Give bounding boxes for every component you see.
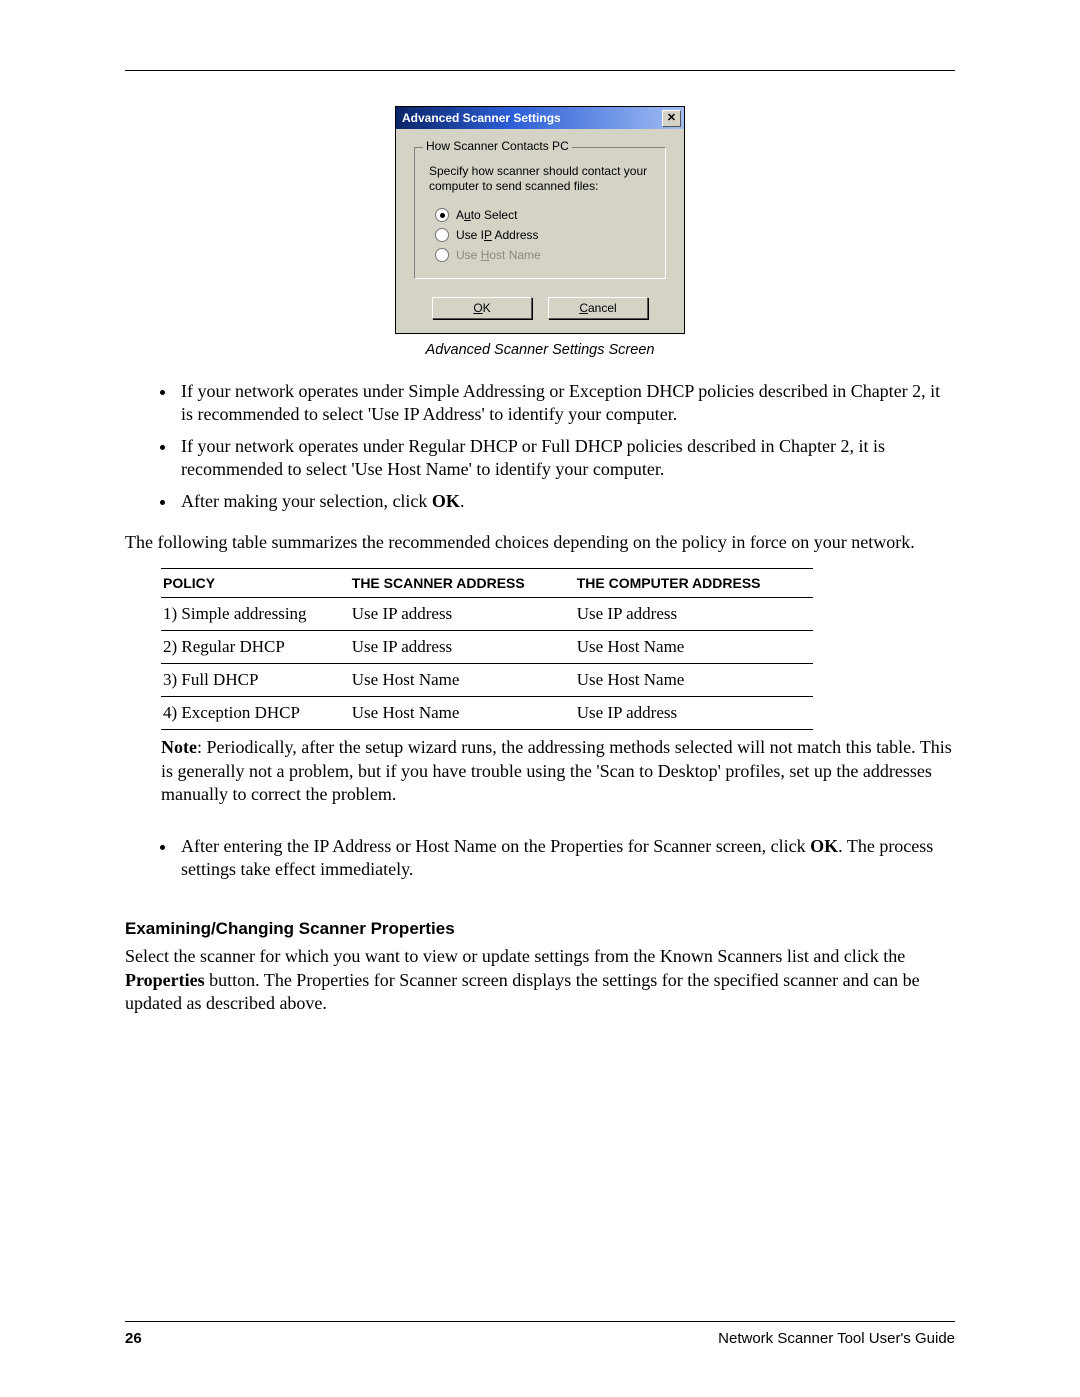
dialog-button-row: OK Cancel <box>414 297 666 319</box>
cell: 2) Regular DHCP <box>161 631 350 664</box>
page-footer: 26 Network Scanner Tool User's Guide <box>125 1321 955 1347</box>
ok-button[interactable]: OK <box>432 297 532 319</box>
table-row: 1) Simple addressing Use IP address Use … <box>161 598 813 631</box>
bullet-list-1: If your network operates under Simple Ad… <box>125 380 955 513</box>
cell: Use IP address <box>575 598 813 631</box>
radio-use-host-name: Use Host Name <box>435 248 651 262</box>
radio-label: Use IP Address <box>456 228 539 242</box>
dialog-title: Advanced Scanner Settings <box>402 111 561 125</box>
cell: 1) Simple addressing <box>161 598 350 631</box>
table-intro-paragraph: The following table summarizes the recom… <box>125 531 955 554</box>
radio-label: Use Host Name <box>456 248 541 262</box>
section-paragraph: Select the scanner for which you want to… <box>125 945 955 1015</box>
cell: 3) Full DHCP <box>161 664 350 697</box>
col-scanner-address: THE SCANNER ADDRESS <box>350 569 575 598</box>
footer-guide-title: Network Scanner Tool User's Guide <box>718 1330 955 1347</box>
cell: Use Host Name <box>350 697 575 730</box>
cancel-button[interactable]: Cancel <box>548 297 648 319</box>
cell: Use Host Name <box>575 664 813 697</box>
policy-table: POLICY THE SCANNER ADDRESS THE COMPUTER … <box>161 568 813 730</box>
table-row: 2) Regular DHCP Use IP address Use Host … <box>161 631 813 664</box>
figure-caption: Advanced Scanner Settings Screen <box>125 342 955 358</box>
top-rule <box>125 70 955 71</box>
table-row: 3) Full DHCP Use Host Name Use Host Name <box>161 664 813 697</box>
radio-auto-select[interactable]: Auto Select <box>435 208 651 222</box>
col-policy: POLICY <box>161 569 350 598</box>
list-item: If your network operates under Simple Ad… <box>177 380 955 427</box>
groupbox-description: Specify how scanner should contact your … <box>429 164 651 194</box>
radio-label: Auto Select <box>456 208 517 222</box>
list-item: After entering the IP Address or Host Na… <box>177 835 955 882</box>
cell: Use Host Name <box>575 631 813 664</box>
note-paragraph: Note: Periodically, after the setup wiza… <box>161 736 955 806</box>
section-heading: Examining/Changing Scanner Properties <box>125 919 955 939</box>
close-icon[interactable]: ✕ <box>662 110 681 127</box>
radio-icon <box>435 228 449 242</box>
page-number: 26 <box>125 1330 142 1347</box>
radio-icon <box>435 248 449 262</box>
cell: Use Host Name <box>350 664 575 697</box>
cell: 4) Exception DHCP <box>161 697 350 730</box>
radio-icon <box>435 208 449 222</box>
cell: Use IP address <box>350 631 575 664</box>
advanced-scanner-settings-dialog: Advanced Scanner Settings ✕ How Scanner … <box>395 106 685 334</box>
col-computer-address: THE COMPUTER ADDRESS <box>575 569 813 598</box>
groupbox-legend: How Scanner Contacts PC <box>423 139 572 153</box>
cell: Use IP address <box>350 598 575 631</box>
dialog-titlebar: Advanced Scanner Settings ✕ <box>396 107 684 129</box>
table-row: 4) Exception DHCP Use Host Name Use IP a… <box>161 697 813 730</box>
list-item: After making your selection, click OK. <box>177 490 955 513</box>
cell: Use IP address <box>575 697 813 730</box>
contact-pc-groupbox: How Scanner Contacts PC Specify how scan… <box>414 147 666 279</box>
page: Advanced Scanner Settings ✕ How Scanner … <box>0 0 1080 1397</box>
table-header-row: POLICY THE SCANNER ADDRESS THE COMPUTER … <box>161 569 813 598</box>
dialog-figure: Advanced Scanner Settings ✕ How Scanner … <box>395 106 685 334</box>
bullet-list-2: After entering the IP Address or Host Na… <box>125 835 955 882</box>
radio-use-ip-address[interactable]: Use IP Address <box>435 228 651 242</box>
list-item: If your network operates under Regular D… <box>177 435 955 482</box>
dialog-body: How Scanner Contacts PC Specify how scan… <box>396 129 684 333</box>
